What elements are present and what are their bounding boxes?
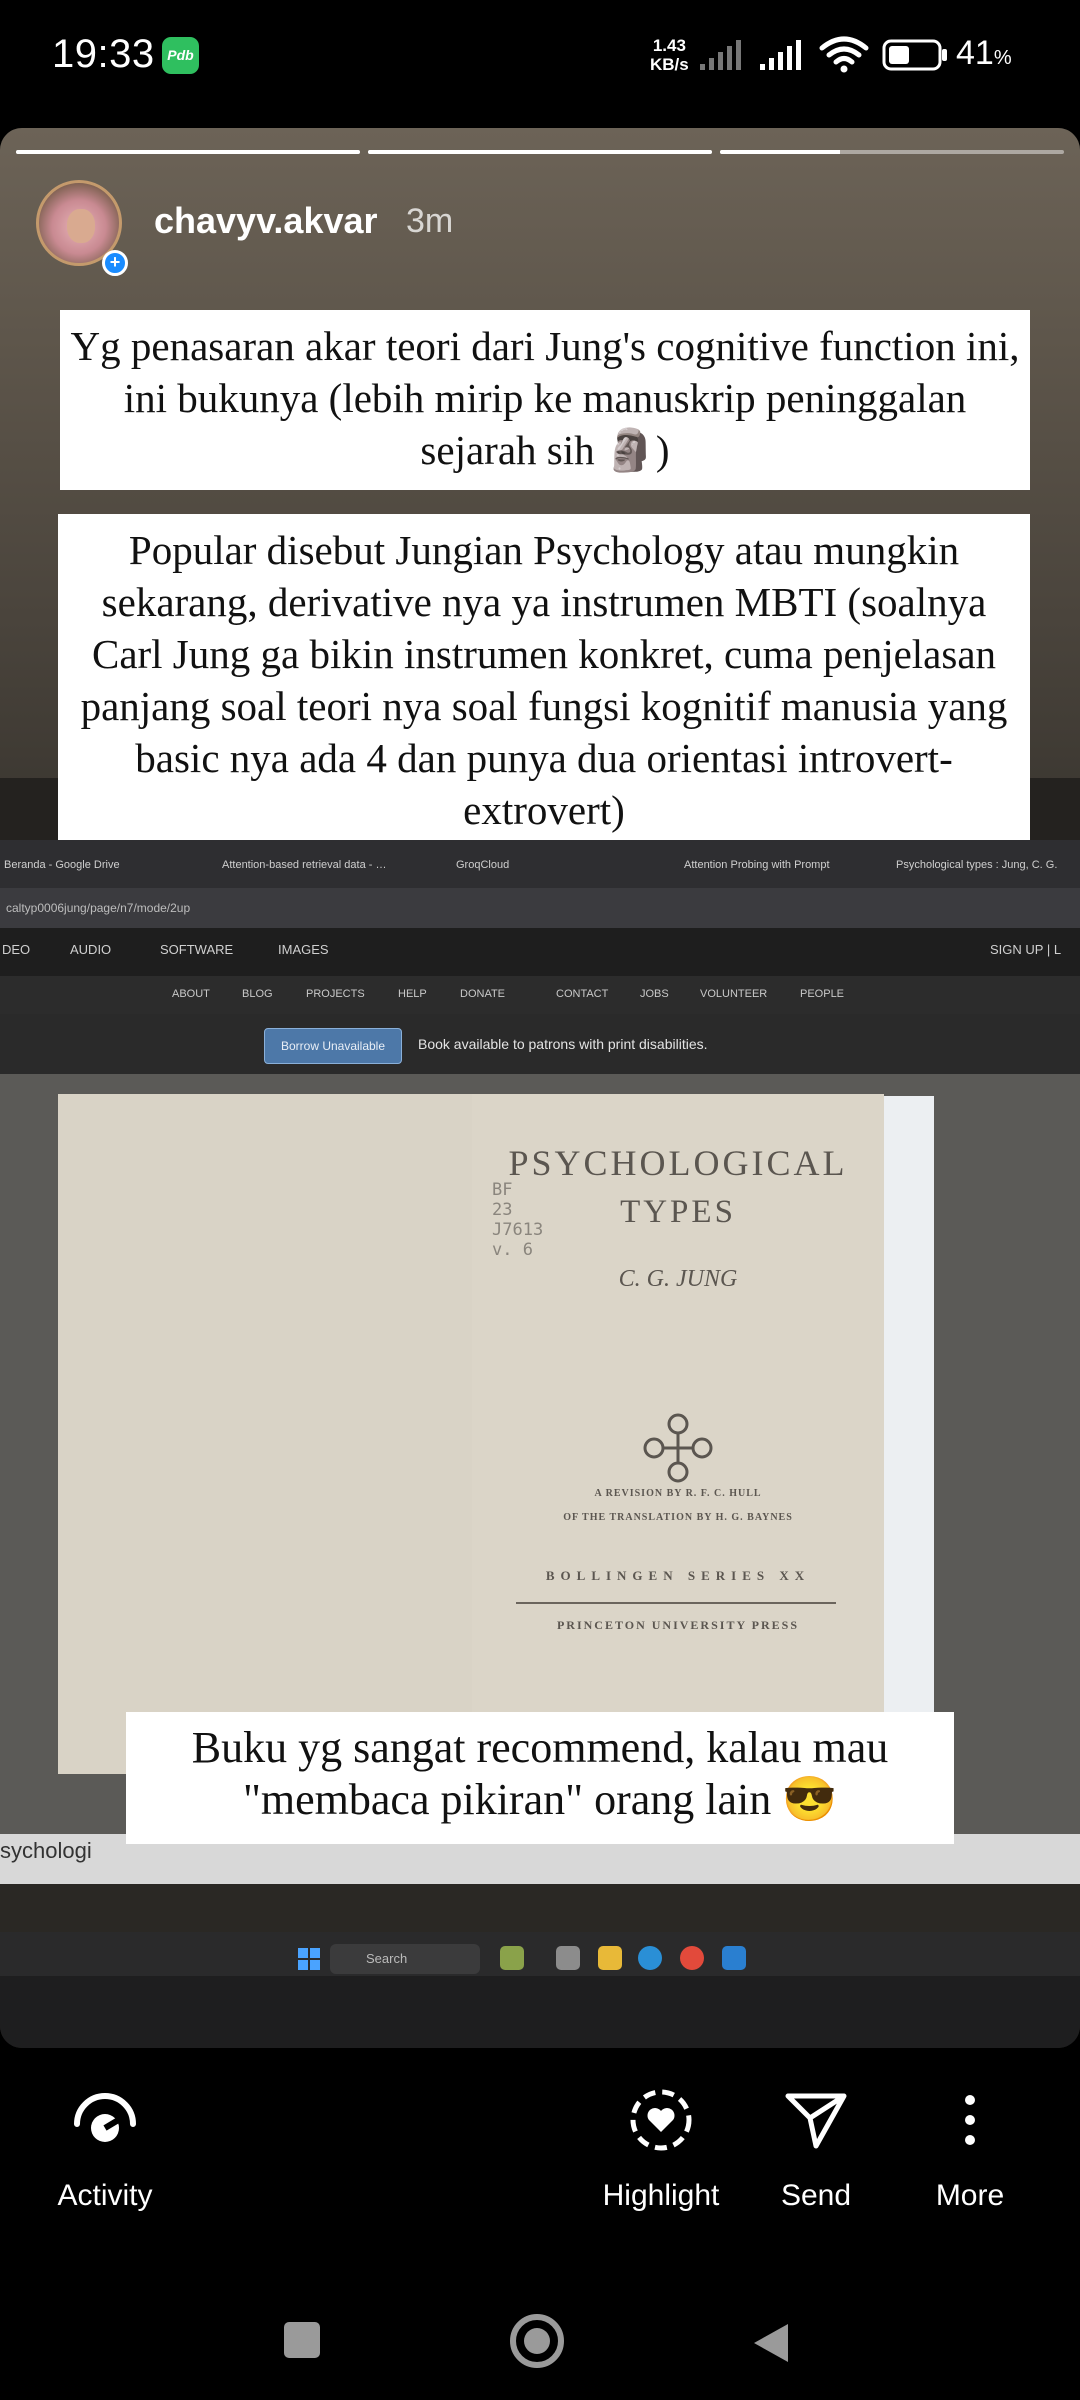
site-nav-item: BLOG [242, 988, 273, 1000]
story-caption: Yg penasaran akar teori dari Jung's cogn… [60, 310, 1030, 490]
book-series: BOLLINGEN SERIES XX [545, 1568, 811, 1583]
media-nav-item: DEO [2, 942, 31, 957]
send-label: Send [780, 2179, 852, 2212]
windows-start-icon [298, 1948, 320, 1970]
more-button[interactable]: More [920, 2080, 1020, 2213]
site-nav-item: HELP [398, 988, 427, 1000]
browser-tab: Attention-based retrieval data - … [222, 859, 387, 871]
activity-icon [74, 2093, 136, 2142]
username[interactable]: chavyv.akvar [154, 200, 378, 242]
progress-segment [16, 150, 360, 154]
highlight-button[interactable]: Highlight [590, 2080, 732, 2213]
network-speed-unit: KB/s [650, 55, 689, 74]
widgets-icon [500, 1946, 524, 1970]
divider [516, 1602, 836, 1604]
activity-button[interactable]: Activity [40, 2080, 170, 2213]
avatar-face [67, 209, 95, 243]
browser-tab: Attention Probing with Prompt [684, 859, 830, 871]
media-nav-item: AUDIO [70, 942, 112, 957]
site-nav-item: ABOUT [172, 988, 210, 1000]
more-label: More [935, 2179, 1005, 2212]
battery-percent: 41% [956, 34, 1012, 73]
site-nav-item: DONATE [460, 988, 506, 1000]
chrome-icon [680, 1946, 704, 1970]
browser-tab: Beranda - Google Drive [4, 859, 120, 871]
site-nav-item: PROJECTS [306, 988, 365, 1000]
browser-tab: GroqCloud [456, 859, 510, 871]
post-time: 3m [406, 202, 454, 240]
site-nav-item: VOLUNTEER [700, 988, 768, 1000]
site-nav-item: JOBS [640, 988, 669, 1000]
progress-segment [720, 150, 1064, 154]
book-revision-line2: OF THE TRANSLATION BY H. G. BAYNES [563, 1512, 793, 1523]
back-button[interactable] [748, 2320, 792, 2366]
book-title-line2: TYPES [620, 1194, 736, 1230]
photo-bottom [0, 1976, 1080, 2048]
network-speed-value: 1.43 [652, 36, 686, 55]
home-button[interactable] [508, 2312, 566, 2370]
book-author: C. G. JUNG [618, 1266, 738, 1292]
book-title-line1: PSYCHOLOGICAL [508, 1143, 848, 1183]
status-bar: 19:33 Pdb 1.43 KB/s 41% [0, 0, 1080, 110]
footer-title: sychologi [0, 1838, 92, 1863]
vscode-icon [722, 1946, 746, 1970]
send-icon [785, 2093, 847, 2149]
browser-tab: Psychological types : Jung, C. G. [896, 859, 1058, 871]
wifi-icon [819, 36, 869, 73]
ornament-icon [643, 1413, 713, 1483]
battery-percent-value: 41 [956, 34, 994, 72]
add-icon[interactable]: + [102, 250, 128, 276]
notification-app-icon: Pdb [162, 37, 199, 74]
task-view-icon [556, 1946, 580, 1970]
activity-label: Activity [57, 2179, 153, 2212]
site-nav-item: CONTACT [556, 988, 609, 1000]
edge-icon [638, 1946, 662, 1970]
borrow-note: Book available to patrons with print dis… [418, 1036, 708, 1052]
signal-icon [760, 40, 801, 70]
file-explorer-icon [598, 1946, 622, 1970]
signal-icon [700, 40, 741, 70]
site-media-nav: DEO AUDIO SOFTWARE IMAGES SIGN UP | L [0, 928, 1080, 976]
book-title-page: BF 23 J7613 v. 6 PSYCHOLOGICAL TYPES C. … [472, 1094, 884, 1774]
network-speed: 1.43 KB/s [650, 36, 689, 74]
story-progress [16, 150, 1064, 154]
send-button[interactable]: Send [768, 2080, 864, 2213]
sign-up-link: SIGN UP | L [990, 942, 1062, 957]
story-caption: Popular disebut Jungian Psychology atau … [58, 514, 1030, 840]
clock: 19:33 [52, 32, 155, 76]
battery-percent-unit: % [993, 47, 1012, 69]
more-icon [965, 2095, 975, 2145]
book-publisher: PRINCETON UNIVERSITY PRESS [556, 1618, 800, 1632]
browser-url-bar: caltyp0006jung/page/n7/mode/2up [0, 888, 1080, 928]
recents-button[interactable] [284, 2322, 320, 2358]
book-revision-line1: A REVISION BY R. F. C. HULL [594, 1488, 762, 1499]
highlight-label: Highlight [602, 2179, 720, 2212]
borrow-bar: Borrow Unavailable Book available to pat… [0, 1014, 1080, 1074]
site-nav-item: PEOPLE [800, 988, 845, 1000]
site-nav: ABOUT BLOG PROJECTS HELP DONATE CONTACT … [0, 976, 1080, 1014]
story-caption: Buku yg sangat recommend, kalau mau "mem… [126, 1712, 954, 1844]
book-page-left [58, 1094, 472, 1774]
taskbar-search: Search [330, 1944, 480, 1974]
borrow-unavailable-button: Borrow Unavailable [264, 1028, 402, 1064]
media-nav-item: IMAGES [278, 942, 329, 957]
book-page-edge [884, 1096, 934, 1742]
progress-segment [368, 150, 712, 154]
highlight-icon [630, 2089, 692, 2151]
system-nav-bar [0, 2300, 1080, 2400]
battery-icon [882, 39, 947, 71]
media-nav-item: SOFTWARE [160, 942, 234, 957]
